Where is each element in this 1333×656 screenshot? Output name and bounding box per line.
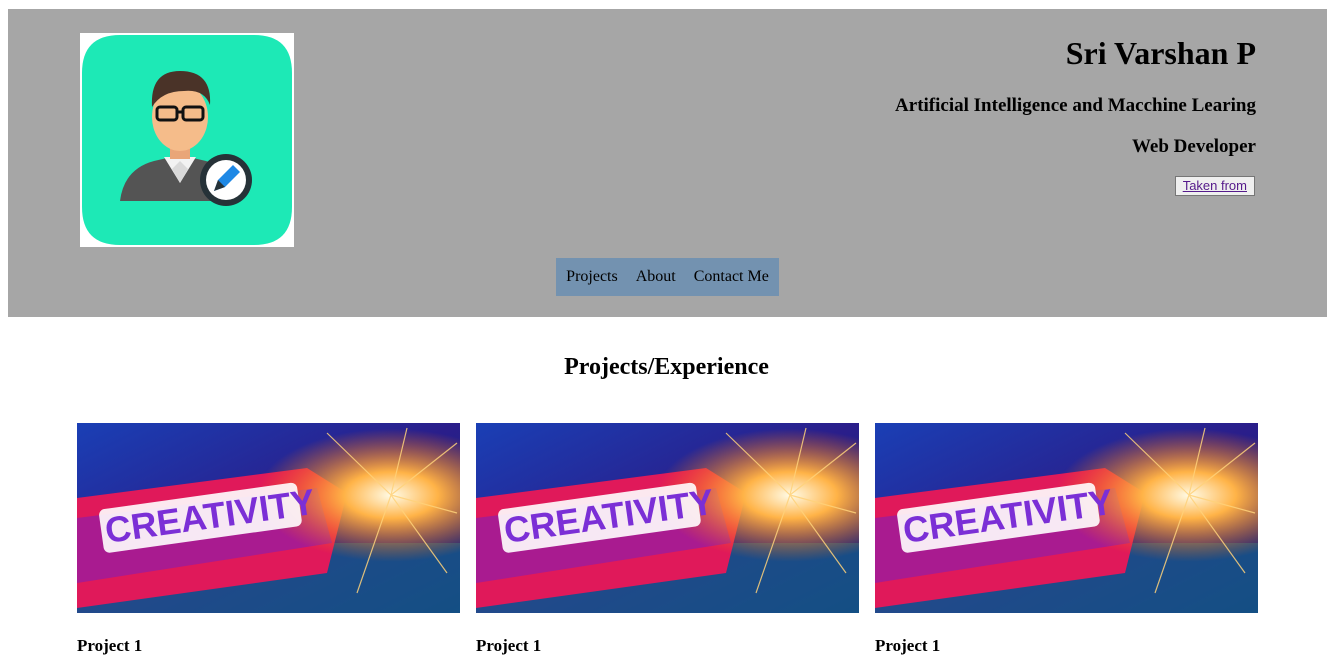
creativity-image: CREATIVITY: [476, 423, 859, 613]
creativity-image: CREATIVITY: [77, 423, 460, 613]
project-cards: CREATIVITY Project 1 CREATIVITY Project …: [77, 423, 1258, 655]
user-profile-edit-icon: [80, 33, 294, 247]
creativity-image: CREATIVITY: [875, 423, 1258, 613]
nav-item-about[interactable]: About: [627, 258, 685, 296]
main-nav: Projects About Contact Me: [556, 258, 779, 296]
profile-role-primary: Artificial Intelligence and Macchine Lea…: [895, 95, 1256, 116]
taken-from-button[interactable]: Taken from: [1174, 176, 1255, 196]
projects-title: Projects/Experience: [564, 354, 769, 380]
project-caption: Project 1: [875, 636, 941, 655]
site-header: Sri Varshan P Artificial Intelligence an…: [8, 9, 1327, 317]
profile-name: Sri Varshan P: [1065, 35, 1256, 71]
nav-item-contact[interactable]: Contact Me: [685, 258, 778, 296]
project-caption: Project 1: [476, 636, 542, 655]
project-card[interactable]: CREATIVITY Project 1: [77, 423, 460, 655]
project-card[interactable]: CREATIVITY Project 1: [476, 423, 859, 655]
project-caption: Project 1: [77, 636, 143, 655]
avatar: [80, 33, 294, 247]
profile-role-secondary: Web Developer: [1131, 136, 1256, 157]
nav-item-projects[interactable]: Projects: [557, 258, 627, 296]
project-card[interactable]: CREATIVITY Project 1: [875, 423, 1258, 655]
